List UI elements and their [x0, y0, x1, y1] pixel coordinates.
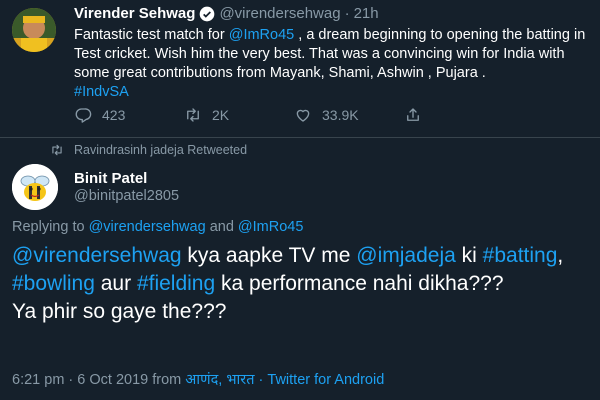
reply-time[interactable]: 6:21 pm [12, 372, 64, 388]
location-link[interactable]: आणंद, भारत [185, 372, 254, 388]
replying-prefix: Replying to [12, 219, 89, 235]
divider [0, 137, 600, 138]
source-link[interactable]: Twitter for Android [267, 372, 384, 388]
like-count: 33.9K [322, 107, 359, 123]
share-button[interactable] [404, 106, 422, 124]
bee-avatar-icon [12, 164, 58, 210]
tweet-text-part: Fantastic test match for [74, 27, 229, 43]
retweet-notice-text[interactable]: Ravindrasinh jadeja Retweeted [74, 143, 247, 157]
share-icon [407, 108, 419, 121]
verified-badge-icon [200, 6, 215, 21]
reply-author-handle[interactable]: @binitpatel2805 [74, 188, 179, 204]
hashtag-link[interactable]: #bowling [12, 272, 95, 295]
meta-separator: · [64, 372, 78, 388]
reply-text: @virendersehwag kya aapke TV me @imjadej… [12, 242, 592, 326]
avatar[interactable] [12, 164, 58, 210]
hashtag-link[interactable]: #batting [483, 244, 558, 267]
reply-text-part: aur [94, 272, 137, 295]
reply-text-part: ki [455, 244, 483, 267]
reply-count: 423 [102, 107, 126, 123]
tweet-meta: 6:21 pm · 6 Oct 2019 from आणंद, भारत · T… [12, 369, 384, 389]
heart-icon [296, 109, 310, 122]
like-button[interactable]: 33.9K [294, 106, 404, 124]
replying-to: Replying to @virendersehwag and @ImRo45 [12, 219, 303, 235]
author-handle[interactable]: @virendersehwag [219, 5, 340, 22]
tweet-text: Fantastic test match for @ImRo45 , a dre… [74, 26, 594, 102]
retweet-icon [52, 144, 62, 156]
mention-link[interactable]: @virendersehwag [12, 244, 182, 267]
reply-text-line2: Ya phir so gaye the??? [12, 300, 227, 323]
mention-link[interactable]: @imjadeja [356, 244, 456, 267]
meta-separator: · [254, 372, 268, 388]
reply-text-part: kya aapke TV me [181, 244, 357, 267]
reply-text-part: ka performance nahi dikha??? [215, 272, 504, 295]
reply-author-name[interactable]: Binit Patel [74, 170, 147, 187]
reply-icon [75, 108, 92, 123]
retweet-icon [187, 108, 199, 122]
profile-photo-icon [12, 8, 56, 52]
mention-link[interactable]: @ImRo45 [238, 219, 304, 235]
mention-link[interactable]: @ImRo45 [229, 27, 295, 43]
reply-date[interactable]: 6 Oct 2019 [77, 372, 148, 388]
separator: · [344, 5, 350, 22]
hashtag-link[interactable]: #IndvSA [74, 84, 129, 100]
reply-button[interactable]: 423 [74, 106, 184, 124]
retweet-button[interactable]: 2K [184, 106, 294, 124]
reply-text-part: , [557, 244, 564, 267]
meta-from: from [148, 372, 186, 388]
hashtag-link[interactable]: #fielding [137, 272, 215, 295]
tweet[interactable]: Virender Sehwag @virendersehwag · 21h Fa… [0, 0, 600, 140]
replying-and: and [205, 219, 238, 235]
avatar[interactable] [12, 8, 56, 52]
mention-link[interactable]: @virendersehwag [89, 219, 206, 235]
author-name[interactable]: Virender Sehwag [74, 5, 195, 22]
tweet-actions: 423 2K 33.9K [74, 106, 422, 124]
retweet-count: 2K [212, 107, 230, 123]
retweet-notice: Ravindrasinh jadeja Retweeted [50, 143, 247, 157]
timestamp[interactable]: 21h [354, 5, 379, 22]
